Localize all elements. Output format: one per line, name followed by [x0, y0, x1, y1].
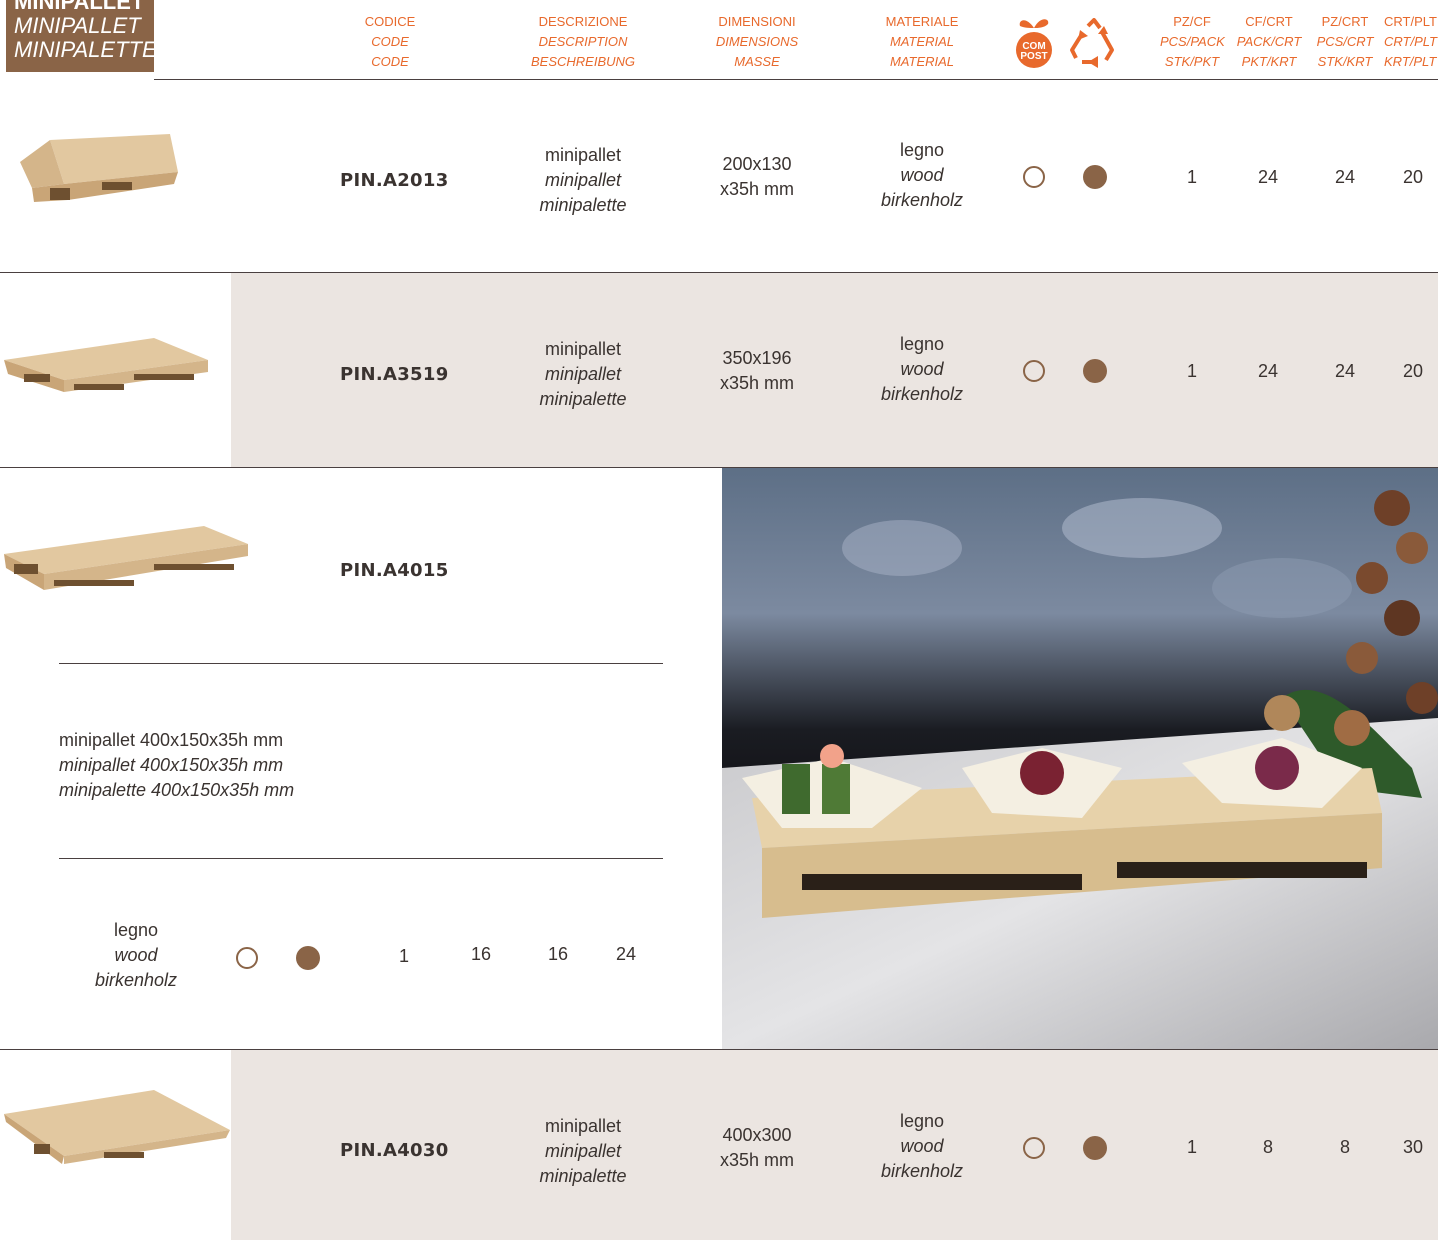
header-divider [154, 79, 1438, 80]
cf-crt-value: 24 [1257, 361, 1279, 381]
compostable-empty-circle-icon [1023, 360, 1045, 382]
title-en: MINIPALLET [14, 13, 141, 38]
crt-plt-value: 20 [1402, 167, 1424, 187]
crt-plt-value: 24 [615, 944, 637, 964]
cf-crt-value: 16 [470, 944, 492, 964]
sub-divider [59, 663, 663, 664]
header-dimensioni: DIMENSIONI DIMENSIONS MASSE [715, 14, 799, 69]
header-codice: CODICE CODE CODE [364, 14, 416, 69]
header-cf-crt: CF/CRT PACK/CRT PKT/KRT [1236, 14, 1302, 69]
crt-plt-value: 30 [1402, 1137, 1424, 1157]
header-descrizione: DESCRIZIONE DESCRIPTION BESCHREIBUNG [530, 14, 636, 69]
lifestyle-photo [722, 468, 1438, 1050]
header-pz-cf: PZ/CF PCS/PACK STK/PKT [1160, 14, 1225, 69]
recyclable-filled-circle-icon [1083, 1136, 1107, 1160]
compostable-empty-circle-icon [236, 947, 258, 969]
title-de: MINIPALETTE [14, 37, 157, 62]
title-it: MINIPALLET [14, 0, 145, 14]
product-description-inline: minipallet 400x150x35h mm minipallet 400… [59, 730, 295, 800]
pz-cf-value: 1 [398, 946, 409, 966]
recycle-icon [1068, 18, 1120, 68]
cf-crt-value: 8 [1262, 1137, 1273, 1157]
crt-plt-value: 20 [1402, 361, 1424, 381]
product-code: PIN.A2013 [340, 170, 449, 191]
compost-icon-text-bottom: POST [1020, 51, 1047, 62]
product-description: minipallet minipallet minipalette [539, 145, 627, 215]
product-dimensions: 200x130 x35h mm [719, 154, 795, 199]
product-image-pin-a4015 [4, 526, 248, 590]
product-description: minipallet minipallet minipalette [539, 339, 627, 409]
catalog-title: MINIPALLET MINIPALLET MINIPALETTE [6, 0, 157, 72]
product-description: minipallet minipallet minipalette [539, 1116, 627, 1186]
product-image-pin-a2013 [20, 134, 178, 202]
product-material: legno wood birkenholz [880, 334, 964, 404]
pz-crt-value: 24 [1334, 167, 1356, 187]
compost-icon: COM POST [1012, 14, 1056, 70]
header-crt-plt: CRT/PLT CRT/PLT KRT/PLT [1384, 14, 1437, 69]
product-image-pin-a3519 [4, 338, 208, 392]
header-pz-crt: PZ/CRT PCS/CRT STK/KRT [1316, 14, 1374, 69]
header-materiale: MATERIALE MATERIAL MATERIAL [885, 14, 959, 69]
recyclable-filled-circle-icon [1083, 165, 1107, 189]
product-dimensions: 400x300 x35h mm [719, 1125, 795, 1170]
product-material: legno wood birkenholz [880, 140, 964, 210]
compostable-empty-circle-icon [1023, 166, 1045, 188]
sub-divider [59, 858, 663, 859]
pz-crt-value: 16 [547, 944, 569, 964]
pz-crt-value: 8 [1339, 1137, 1350, 1157]
pz-cf-value: 1 [1186, 361, 1197, 381]
product-material: legno wood birkenholz [94, 920, 178, 990]
pz-crt-value: 24 [1334, 361, 1356, 381]
product-image-pin-a4030 [4, 1090, 230, 1164]
product-dimensions: 350x196 x35h mm [719, 348, 795, 393]
product-code: PIN.A4030 [340, 1140, 449, 1161]
recyclable-filled-circle-icon [296, 946, 320, 970]
pz-cf-value: 1 [1186, 1137, 1197, 1157]
cf-crt-value: 24 [1257, 167, 1279, 187]
pz-cf-value: 1 [1186, 167, 1197, 187]
compostable-empty-circle-icon [1023, 1137, 1045, 1159]
recyclable-filled-circle-icon [1083, 359, 1107, 383]
product-material: legno wood birkenholz [880, 1111, 964, 1181]
product-code: PIN.A3519 [340, 364, 449, 385]
product-code: PIN.A4015 [340, 560, 449, 581]
